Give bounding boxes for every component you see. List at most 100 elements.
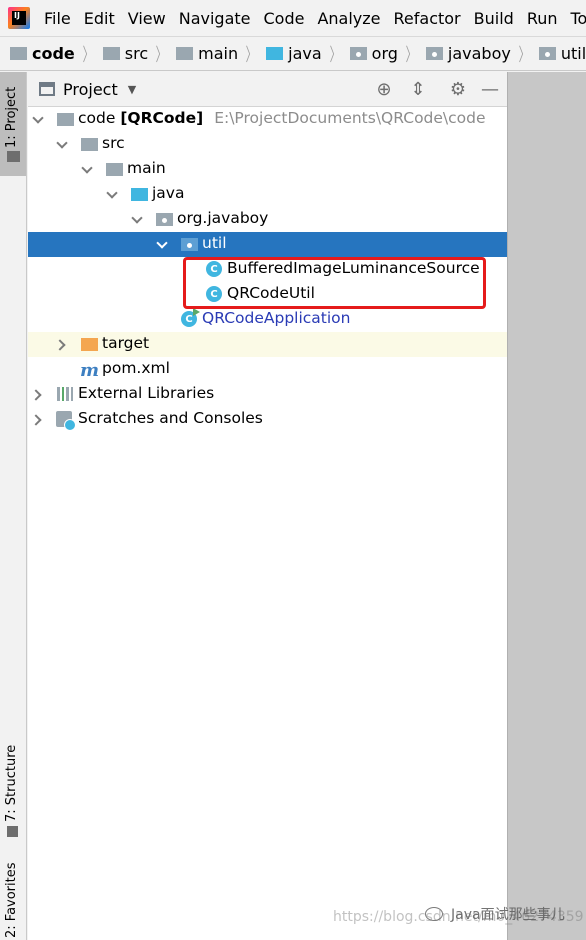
panel-title[interactable]: Project <box>63 80 118 99</box>
folder-icon <box>106 163 123 176</box>
breadcrumb-javaboy[interactable]: javaboy <box>425 44 511 63</box>
annotation-highlight-box <box>183 257 486 309</box>
project-folder-icon <box>7 151 20 162</box>
menu-run[interactable]: Run <box>527 9 558 28</box>
menu-analyze[interactable]: Analyze <box>317 9 380 28</box>
menu-file[interactable]: File <box>44 9 71 28</box>
menu-bar: IJ File Edit View Navigate Code Analyze … <box>0 0 586 36</box>
breadcrumb-separator-icon: 〉 <box>405 44 417 66</box>
tree-row-src[interactable]: src <box>28 132 507 157</box>
gear-icon[interactable]: ⚙ <box>448 79 468 100</box>
tree-label-main: main <box>127 159 166 177</box>
folder-icon <box>102 47 120 60</box>
tab-project-label: 1: Project <box>4 86 19 148</box>
menu-code[interactable]: Code <box>264 9 305 28</box>
chevron-right-icon[interactable] <box>57 340 67 350</box>
module-folder-icon <box>10 47 27 60</box>
breadcrumb-main[interactable]: main <box>176 44 238 63</box>
package-icon <box>349 47 367 60</box>
tree-row-code[interactable]: code [QRCode] E:\ProjectDocuments\QRCode… <box>28 107 507 132</box>
breadcrumb: code 〉 src 〉 main 〉 java 〉 org 〉 javaboy… <box>0 36 586 71</box>
package-icon <box>181 238 198 251</box>
tree-label-java: java <box>152 184 185 202</box>
intellij-logo-icon[interactable]: IJ <box>8 7 30 29</box>
excluded-folder-icon <box>81 338 98 351</box>
package-icon <box>425 47 443 60</box>
tree-label-target: target <box>102 334 150 352</box>
wechat-icon <box>425 907 443 921</box>
tree-label-module: [QRCode] <box>120 109 204 127</box>
scratches-icon <box>56 411 76 431</box>
menu-build[interactable]: Build <box>474 9 514 28</box>
chevron-down-icon[interactable] <box>57 140 67 150</box>
chevron-right-icon[interactable] <box>33 415 43 425</box>
package-icon <box>538 47 556 60</box>
tab-structure[interactable]: 7: Structure <box>0 744 26 844</box>
spring-boot-class-icon: C <box>181 308 200 327</box>
tree-row-qrcode-application[interactable]: C QRCodeApplication <box>28 307 507 332</box>
breadcrumb-separator-icon: 〉 <box>245 44 257 66</box>
breadcrumb-src[interactable]: src <box>102 44 148 63</box>
chevron-down-icon[interactable] <box>82 165 92 175</box>
tab-favorites-label: 2: Favorites <box>4 862 19 938</box>
tree-label-scratches: Scratches and Consoles <box>78 409 263 427</box>
project-panel: Project ▼ ⊕ ⇕ ⚙ — code [QRCode] E:\Proje… <box>28 72 507 940</box>
tree-row-main[interactable]: main <box>28 157 507 182</box>
tree-row-target[interactable]: target <box>28 332 507 357</box>
hide-panel-icon[interactable]: — <box>480 79 500 100</box>
tree-label-src: src <box>102 134 125 152</box>
breadcrumb-org[interactable]: org <box>349 44 398 63</box>
left-tool-strip: 1: Project 7: Structure 2: Favorites <box>0 72 27 940</box>
chevron-down-icon[interactable] <box>33 115 43 125</box>
menu-tools[interactable]: Tools <box>571 9 586 28</box>
tab-structure-label: 7: Structure <box>4 744 19 822</box>
structure-icon <box>7 826 18 837</box>
library-icon <box>57 387 73 401</box>
chevron-down-icon[interactable] <box>107 190 117 200</box>
chevron-down-icon[interactable] <box>157 240 167 250</box>
tree-label-external-libraries: External Libraries <box>78 384 215 402</box>
breadcrumb-code[interactable]: code <box>10 44 75 63</box>
project-view-icon <box>39 82 55 96</box>
breadcrumb-util[interactable]: util <box>538 44 586 63</box>
tree-label-path: E:\ProjectDocuments\QRCode\code <box>214 109 486 127</box>
source-folder-icon <box>266 47 284 60</box>
chevron-down-icon[interactable] <box>132 215 142 225</box>
tab-project[interactable]: 1: Project <box>0 72 26 176</box>
collapse-all-icon[interactable]: ⇕ <box>408 79 428 100</box>
breadcrumb-java[interactable]: java <box>266 44 322 63</box>
package-icon <box>156 213 173 226</box>
maven-icon: m <box>80 360 100 381</box>
tree-row-external-libraries[interactable]: External Libraries <box>28 382 507 407</box>
breadcrumb-separator-icon: 〉 <box>155 44 167 66</box>
menu-edit[interactable]: Edit <box>84 9 115 28</box>
menu-refactor[interactable]: Refactor <box>394 9 461 28</box>
breadcrumb-separator-icon: 〉 <box>82 44 94 66</box>
tree-label-pom: pom.xml <box>102 359 170 377</box>
tree-label-package: org.javaboy <box>177 209 269 227</box>
tree-row-scratches[interactable]: Scratches and Consoles <box>28 407 507 432</box>
module-folder-icon <box>57 113 74 126</box>
folder-icon <box>176 47 194 60</box>
watermark-brand: Java面试那些事儿 <box>425 904 565 924</box>
tree-label-code: code <box>78 109 116 127</box>
breadcrumb-separator-icon: 〉 <box>329 44 341 66</box>
watermark-brand-text: Java面试那些事儿 <box>451 907 565 923</box>
locate-icon[interactable]: ⊕ <box>374 79 394 100</box>
tree-label-app-class: QRCodeApplication <box>202 309 351 327</box>
chevron-right-icon[interactable] <box>33 390 43 400</box>
editor-area <box>507 72 586 940</box>
tree-row-org-javaboy[interactable]: org.javaboy <box>28 207 507 232</box>
chevron-down-icon[interactable]: ▼ <box>128 83 136 96</box>
project-panel-header: Project ▼ ⊕ ⇕ ⚙ — <box>28 72 507 107</box>
menu-navigate[interactable]: Navigate <box>179 9 251 28</box>
folder-icon <box>81 138 98 151</box>
source-folder-icon <box>131 188 148 201</box>
tree-label-util: util <box>202 234 227 252</box>
menu-view[interactable]: View <box>128 9 166 28</box>
tab-favorites[interactable]: 2: Favorites <box>0 862 26 940</box>
tree-row-java[interactable]: java <box>28 182 507 207</box>
breadcrumb-separator-icon: 〉 <box>518 44 530 66</box>
tree-row-pom[interactable]: m pom.xml <box>28 357 507 382</box>
tree-row-util[interactable]: util <box>28 232 507 257</box>
